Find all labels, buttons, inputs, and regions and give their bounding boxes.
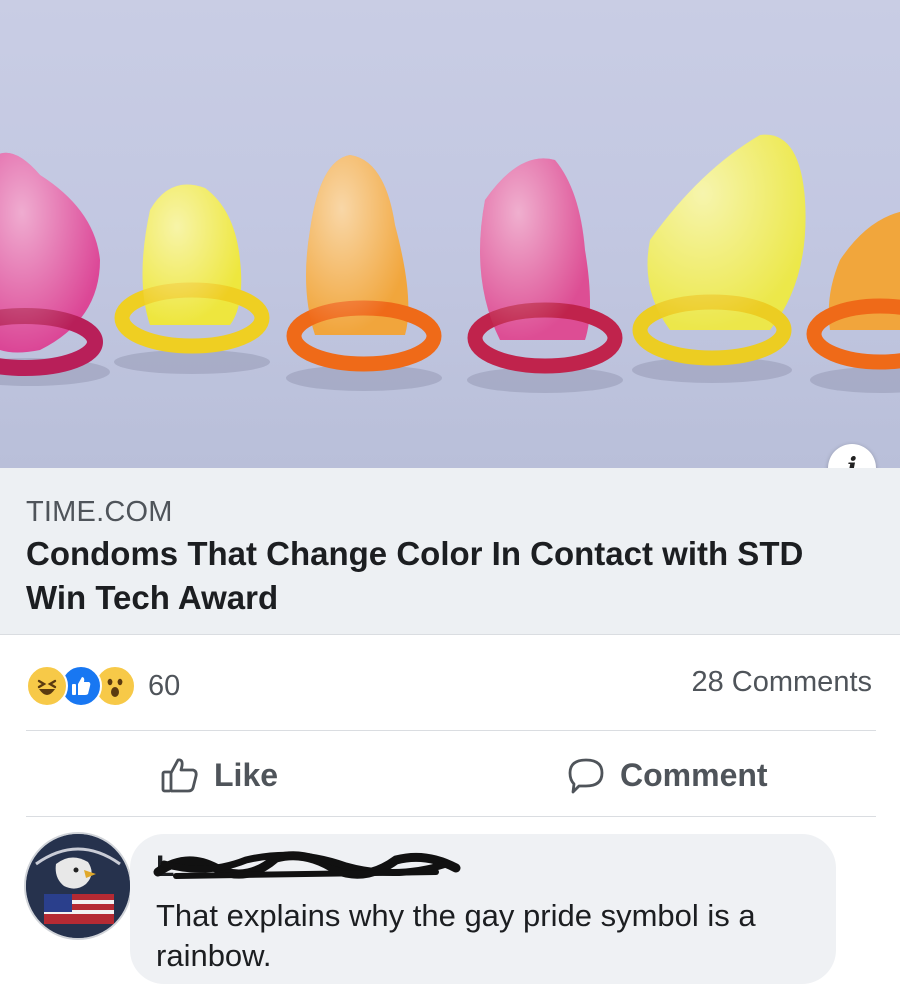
reactions-summary[interactable]: 60: [26, 664, 180, 708]
haha-reaction-icon: [26, 665, 68, 707]
color-changing-condoms-photo: [0, 134, 900, 393]
divider: [26, 816, 876, 817]
comment-icon: [568, 758, 604, 794]
thumbs-up-icon: [161, 758, 198, 793]
redaction-scribble: [153, 851, 461, 879]
comment-label: Comment: [620, 756, 768, 793]
like-button[interactable]: Like: [160, 752, 278, 798]
like-label: Like: [214, 756, 279, 793]
comment-bubble: L That explains why the gay pride symbol…: [130, 834, 836, 984]
comment-text: That explains why the gay pride symbol i…: [156, 898, 756, 973]
link-preview-image[interactable]: i: [0, 0, 900, 468]
comment-button[interactable]: Comment: [566, 752, 768, 798]
reaction-count[interactable]: 60: [148, 670, 180, 703]
link-source: TIME.COM: [26, 496, 173, 528]
comments-count[interactable]: 28 Comments: [691, 666, 872, 699]
link-headline[interactable]: Condoms That Change Color In Contact wit…: [26, 532, 826, 620]
divider: [26, 730, 876, 731]
link-meta[interactable]: TIME.COM Condoms That Change Color In Co…: [0, 468, 900, 635]
eagle-flag-avatar-image: [26, 834, 130, 938]
avatar[interactable]: [24, 832, 132, 940]
